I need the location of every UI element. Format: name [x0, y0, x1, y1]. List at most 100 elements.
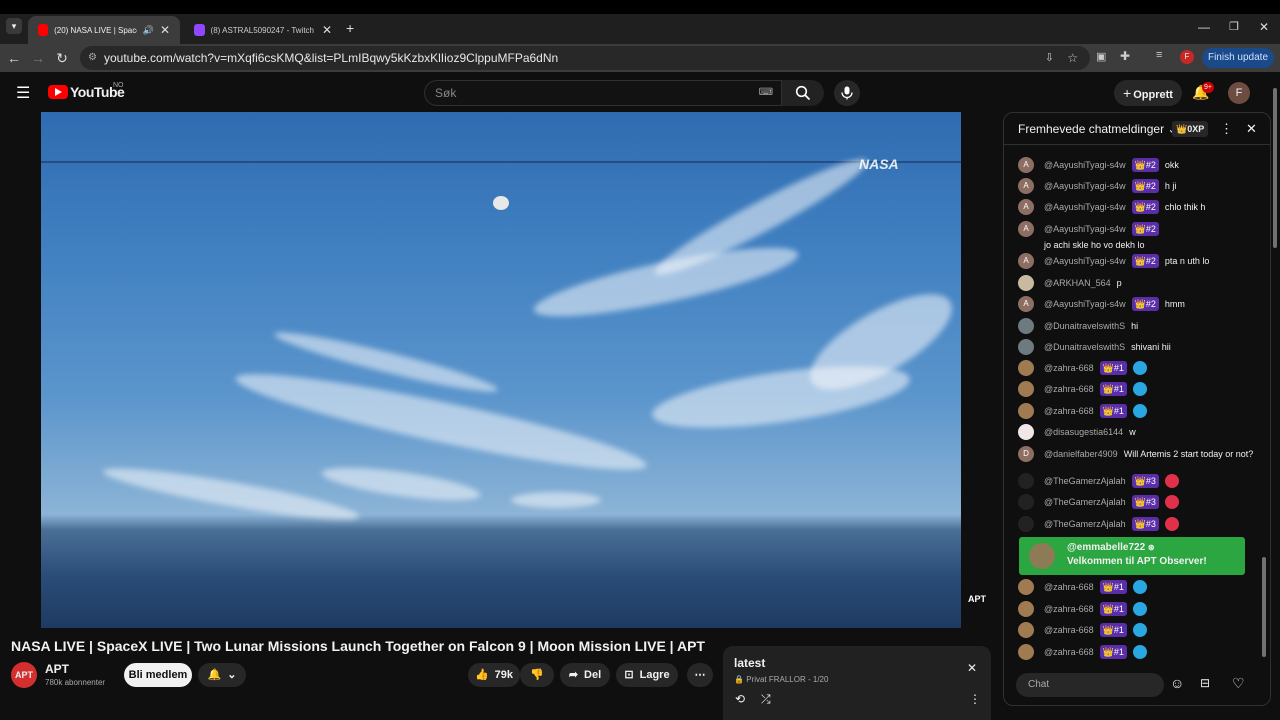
chat-author-name[interactable]: @AayushiTyagi-s4w: [1044, 199, 1126, 215]
site-info-icon[interactable]: ⚙: [88, 46, 97, 70]
close-playlist-icon[interactable]: ✕: [967, 661, 977, 675]
minimize-icon[interactable]: —: [1198, 20, 1210, 34]
chat-author-avatar[interactable]: [1018, 339, 1034, 355]
chat-author-name[interactable]: @DunaitravelswithS: [1044, 339, 1125, 355]
emoji-icon[interactable]: ☺: [1170, 675, 1184, 691]
chat-author-avatar[interactable]: [1018, 275, 1034, 291]
more-actions-button[interactable]: ⋯: [687, 663, 713, 687]
chat-author-name[interactable]: @AayushiTyagi-s4w: [1044, 253, 1126, 269]
chat-author-avatar[interactable]: A: [1018, 178, 1034, 194]
chat-author-name[interactable]: @zahra-668: [1044, 644, 1094, 660]
reload-icon[interactable]: ↻: [52, 48, 72, 68]
chat-menu-icon[interactable]: ⋮: [1220, 113, 1233, 145]
chat-author-avatar[interactable]: A: [1018, 157, 1034, 173]
chat-author-avatar[interactable]: A: [1018, 199, 1034, 215]
new-tab-icon[interactable]: +: [346, 20, 354, 36]
chat-mode-selector[interactable]: Fremhevede chatmeldinger: [1018, 122, 1164, 136]
chat-author-name[interactable]: @zahra-668: [1044, 403, 1094, 419]
chat-author-name[interactable]: @TheGamerzAjalah: [1044, 516, 1126, 532]
url-field[interactable]: ⚙ youtube.com/watch?v=mXqfi6csKMQ&list=P…: [80, 46, 1090, 70]
chat-author-avatar[interactable]: [1018, 473, 1034, 489]
close-chat-icon[interactable]: ✕: [1246, 113, 1257, 145]
share-icon: ➦: [568, 669, 579, 681]
chat-author-name[interactable]: @danielfaber4909: [1044, 446, 1118, 462]
close-tab-icon[interactable]: ✕: [322, 23, 332, 37]
profile-avatar[interactable]: F: [1180, 50, 1194, 64]
save-button[interactable]: ⊡ Lagre: [616, 663, 678, 687]
chat-author-avatar[interactable]: D: [1018, 446, 1034, 462]
tab-twitch[interactable]: (8) ASTRAL5090247 - Twitch ✕: [184, 16, 342, 44]
playlist-menu-icon[interactable]: ⋮: [969, 692, 981, 706]
search-button[interactable]: [782, 80, 824, 106]
channel-name[interactable]: APT: [45, 662, 69, 676]
finish-update-button[interactable]: Finish update ⋮: [1202, 48, 1274, 83]
chat-author-name[interactable]: @DunaitravelswithS: [1044, 318, 1125, 334]
join-button[interactable]: Bli medlem: [124, 663, 192, 687]
xp-badge[interactable]: 👑0XP: [1172, 121, 1209, 137]
close-window-icon[interactable]: ✕: [1259, 20, 1269, 34]
tab-search-icon[interactable]: ▾: [6, 18, 22, 34]
chat-author-avatar[interactable]: A: [1018, 221, 1034, 237]
search-input[interactable]: Søk ⌨: [424, 80, 782, 106]
chat-author-avatar[interactable]: A: [1018, 296, 1034, 312]
chat-author-name[interactable]: @AayushiTyagi-s4w: [1044, 157, 1126, 173]
install-icon[interactable]: ⇩: [1045, 46, 1054, 70]
chat-author-avatar[interactable]: A: [1018, 253, 1034, 269]
chat-author-avatar[interactable]: [1018, 318, 1034, 334]
notification-button[interactable]: 🔔 ⌄: [198, 663, 246, 687]
loop-icon[interactable]: ⟲: [735, 692, 745, 706]
back-icon[interactable]: ←: [4, 48, 24, 68]
keyboard-icon[interactable]: ⌨: [759, 81, 773, 105]
rank-value: #1: [1113, 582, 1124, 592]
chat-author-name[interactable]: @zahra-668: [1044, 601, 1094, 617]
chat-author-avatar[interactable]: [1018, 360, 1034, 376]
chat-author-name[interactable]: @disasugestia6144: [1044, 424, 1123, 440]
bookmark-star-icon[interactable]: ☆: [1067, 46, 1078, 70]
subscriber-count: 780k abonnenter: [45, 678, 106, 687]
chat-scrollbar[interactable]: [1260, 147, 1268, 659]
chat-author-avatar[interactable]: [1018, 622, 1034, 638]
speaker-icon[interactable]: 🔊: [143, 25, 154, 36]
chat-author-name[interactable]: @ARKHAN_564: [1044, 275, 1111, 291]
chat-author-avatar[interactable]: [1018, 494, 1034, 510]
extension-icon[interactable]: ▣: [1096, 50, 1106, 63]
chat-author-name[interactable]: @zahra-668: [1044, 360, 1094, 376]
shuffle-icon[interactable]: ⤮: [761, 692, 771, 707]
chat-author-name[interactable]: @zahra-668: [1044, 381, 1094, 397]
super-chat-icon[interactable]: ⊟: [1200, 676, 1210, 690]
forward-icon[interactable]: →: [28, 48, 48, 68]
chat-author-avatar[interactable]: [1018, 403, 1034, 419]
channel-avatar[interactable]: APT: [11, 662, 37, 688]
close-tab-icon[interactable]: ✕: [160, 23, 170, 37]
heart-icon[interactable]: ♡: [1232, 675, 1245, 692]
restore-icon[interactable]: ❐: [1229, 20, 1239, 33]
chat-author-name[interactable]: @zahra-668: [1044, 622, 1094, 638]
voice-search-button[interactable]: [834, 80, 860, 106]
chat-author-name[interactable]: @AayushiTyagi-s4w: [1044, 296, 1126, 312]
chat-author-avatar[interactable]: [1018, 424, 1034, 440]
account-avatar[interactable]: F: [1228, 82, 1250, 104]
create-button[interactable]: + Opprett: [1114, 80, 1182, 106]
chat-author-avatar[interactable]: [1018, 381, 1034, 397]
chat-author-avatar[interactable]: [1018, 516, 1034, 532]
chat-author-avatar[interactable]: [1018, 601, 1034, 617]
page-scrollbar[interactable]: [1271, 88, 1279, 698]
chat-author-name[interactable]: @AayushiTyagi-s4w: [1044, 178, 1126, 194]
chat-author-name[interactable]: @TheGamerzAjalah: [1044, 494, 1126, 510]
youtube-logo-icon[interactable]: [48, 85, 68, 99]
playlist-title[interactable]: latest: [734, 656, 765, 670]
chat-author-name[interactable]: @TheGamerzAjalah: [1044, 473, 1126, 489]
chat-input[interactable]: Chat: [1016, 673, 1164, 697]
chat-author-name[interactable]: @zahra-668: [1044, 579, 1094, 595]
share-button[interactable]: ➦ Del: [560, 663, 610, 687]
chat-author-name[interactable]: @AayushiTyagi-s4w: [1044, 221, 1126, 237]
dislike-button[interactable]: 👎: [520, 663, 554, 687]
video-player[interactable]: NASA: [41, 112, 961, 628]
extensions-puzzle-icon[interactable]: ✚: [1120, 49, 1130, 63]
chat-author-avatar[interactable]: [1018, 579, 1034, 595]
like-button[interactable]: 👍 79k: [468, 663, 520, 687]
media-control-icon[interactable]: ≡: [1156, 49, 1162, 61]
menu-icon[interactable]: ☰: [16, 83, 30, 103]
tab-youtube[interactable]: (20) NASA LIVE | SpaceX LIV 🔊 ✕: [28, 16, 180, 44]
chat-author-avatar[interactable]: [1018, 644, 1034, 660]
